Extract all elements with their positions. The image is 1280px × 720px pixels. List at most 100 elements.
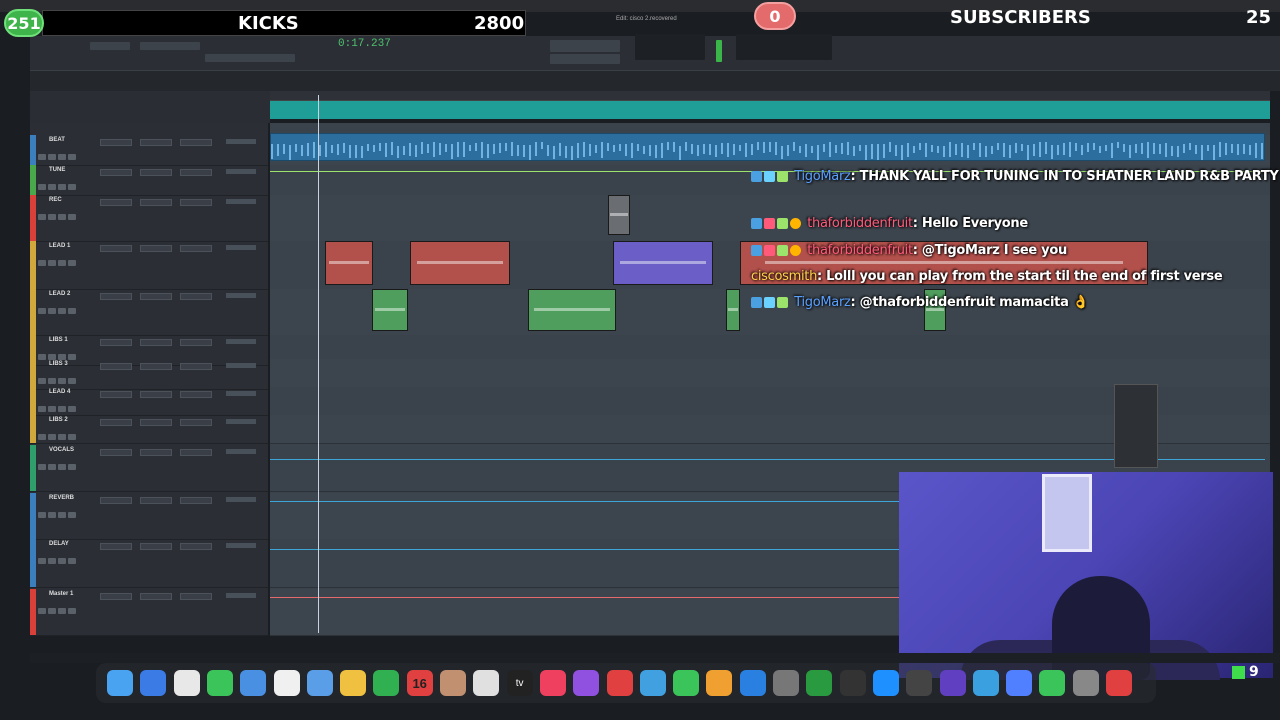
audio-clip[interactable]	[528, 289, 616, 331]
insert-slot[interactable]	[140, 169, 172, 176]
transport-controls[interactable]	[550, 40, 620, 52]
audio-clip[interactable]	[410, 241, 510, 285]
insert-slot[interactable]	[100, 363, 132, 370]
io-slot[interactable]	[226, 419, 256, 424]
track-row[interactable]: LEAD 1	[30, 241, 268, 290]
track-buttons[interactable]	[38, 207, 84, 213]
track-toggle-button[interactable]	[38, 608, 46, 614]
launchpad-icon[interactable]	[174, 670, 200, 696]
playhead-cursor[interactable]	[318, 95, 319, 633]
track-buttons[interactable]	[38, 371, 84, 377]
insert-slot[interactable]	[180, 245, 212, 252]
track-name[interactable]: VOCALS	[49, 447, 74, 453]
track-toggle-button[interactable]	[48, 184, 56, 190]
track-buttons[interactable]	[38, 601, 84, 607]
track-toggle-button[interactable]	[58, 406, 66, 412]
insert-slot[interactable]	[100, 245, 132, 252]
track-row[interactable]: BEAT	[30, 135, 268, 166]
track-toggle-button[interactable]	[48, 558, 56, 564]
insert-slot[interactable]	[140, 543, 172, 550]
io-slot[interactable]	[226, 449, 256, 454]
news-icon[interactable]	[607, 670, 633, 696]
track-toggle-button[interactable]	[38, 308, 46, 314]
numbers-icon[interactable]	[673, 670, 699, 696]
zoom-buttons[interactable]	[205, 54, 295, 62]
track-toggle-button[interactable]	[58, 260, 66, 266]
insert-slot[interactable]	[140, 419, 172, 426]
track-toggle-button[interactable]	[58, 608, 66, 614]
insert-slot[interactable]	[180, 363, 212, 370]
facetime-icon[interactable]	[373, 670, 399, 696]
insert-slot[interactable]	[100, 391, 132, 398]
io-slot[interactable]	[226, 169, 256, 174]
io-slot[interactable]	[226, 139, 256, 144]
insert-slot[interactable]	[140, 593, 172, 600]
track-toggle-button[interactable]	[38, 558, 46, 564]
track-row[interactable]: LIBS 3	[30, 359, 268, 390]
insert-slot[interactable]	[140, 497, 172, 504]
track-toggle-button[interactable]	[58, 464, 66, 470]
beat-clip[interactable]	[270, 133, 1265, 161]
track-toggle-button[interactable]	[48, 406, 56, 412]
track-buttons[interactable]	[38, 551, 84, 557]
track-toggle-button[interactable]	[48, 512, 56, 518]
track-row[interactable]: REC	[30, 195, 268, 242]
contacts-icon[interactable]	[440, 670, 466, 696]
track-buttons[interactable]	[38, 147, 84, 153]
track-toggle-button[interactable]	[48, 214, 56, 220]
app-icon[interactable]	[1073, 670, 1099, 696]
track-name[interactable]: BEAT	[49, 137, 65, 143]
ilok-icon[interactable]	[840, 670, 866, 696]
track-name[interactable]: TUNE	[49, 167, 65, 173]
track-row[interactable]: REVERB	[30, 493, 268, 540]
mode-buttons[interactable]	[90, 42, 130, 50]
insert-slot[interactable]	[140, 449, 172, 456]
insert-slot[interactable]	[100, 339, 132, 346]
app-icon[interactable]	[940, 670, 966, 696]
insert-slot[interactable]	[100, 543, 132, 550]
transport-controls-2[interactable]	[550, 54, 620, 64]
io-slot[interactable]	[226, 245, 256, 250]
track-buttons[interactable]	[38, 177, 84, 183]
keynote-icon[interactable]	[640, 670, 666, 696]
mail-icon[interactable]	[240, 670, 266, 696]
browser-icon[interactable]	[873, 670, 899, 696]
insert-slot[interactable]	[180, 593, 212, 600]
app-icon[interactable]	[1106, 670, 1132, 696]
track-toggle-button[interactable]	[68, 608, 76, 614]
insert-slot[interactable]	[100, 139, 132, 146]
track-toggle-button[interactable]	[38, 214, 46, 220]
insert-slot[interactable]	[140, 339, 172, 346]
insert-slot[interactable]	[100, 497, 132, 504]
track-toggle-button[interactable]	[38, 464, 46, 470]
app-store-icon[interactable]	[740, 670, 766, 696]
track-toggle-button[interactable]	[68, 260, 76, 266]
insert-slot[interactable]	[100, 449, 132, 456]
track-row[interactable]: LIBS 2	[30, 415, 268, 444]
track-toggle-button[interactable]	[68, 308, 76, 314]
insert-slot[interactable]	[100, 169, 132, 176]
photos-icon[interactable]	[340, 670, 366, 696]
track-toggle-button[interactable]	[68, 406, 76, 412]
insert-slot[interactable]	[100, 199, 132, 206]
track-toggle-button[interactable]	[68, 434, 76, 440]
track-toggle-button[interactable]	[38, 154, 46, 160]
track-toggle-button[interactable]	[58, 154, 66, 160]
apple-tv-icon[interactable]: tv	[507, 670, 533, 696]
track-toggle-button[interactable]	[68, 184, 76, 190]
insert-slot[interactable]	[100, 593, 132, 600]
insert-slot[interactable]	[180, 139, 212, 146]
podcasts-icon[interactable]	[573, 670, 599, 696]
track-name[interactable]: LEAD 2	[49, 291, 70, 297]
track-name[interactable]: REC	[49, 197, 62, 203]
track-row[interactable]: DELAY	[30, 539, 268, 588]
insert-slot[interactable]	[140, 293, 172, 300]
track-row[interactable]: Master 1	[30, 589, 268, 636]
audio-clip[interactable]	[726, 289, 740, 331]
insert-slot[interactable]	[180, 419, 212, 426]
track-toggle-button[interactable]	[68, 378, 76, 384]
io-slot[interactable]	[226, 293, 256, 298]
edit-tools[interactable]	[140, 42, 200, 50]
track-toggle-button[interactable]	[58, 214, 66, 220]
io-slot[interactable]	[226, 497, 256, 502]
